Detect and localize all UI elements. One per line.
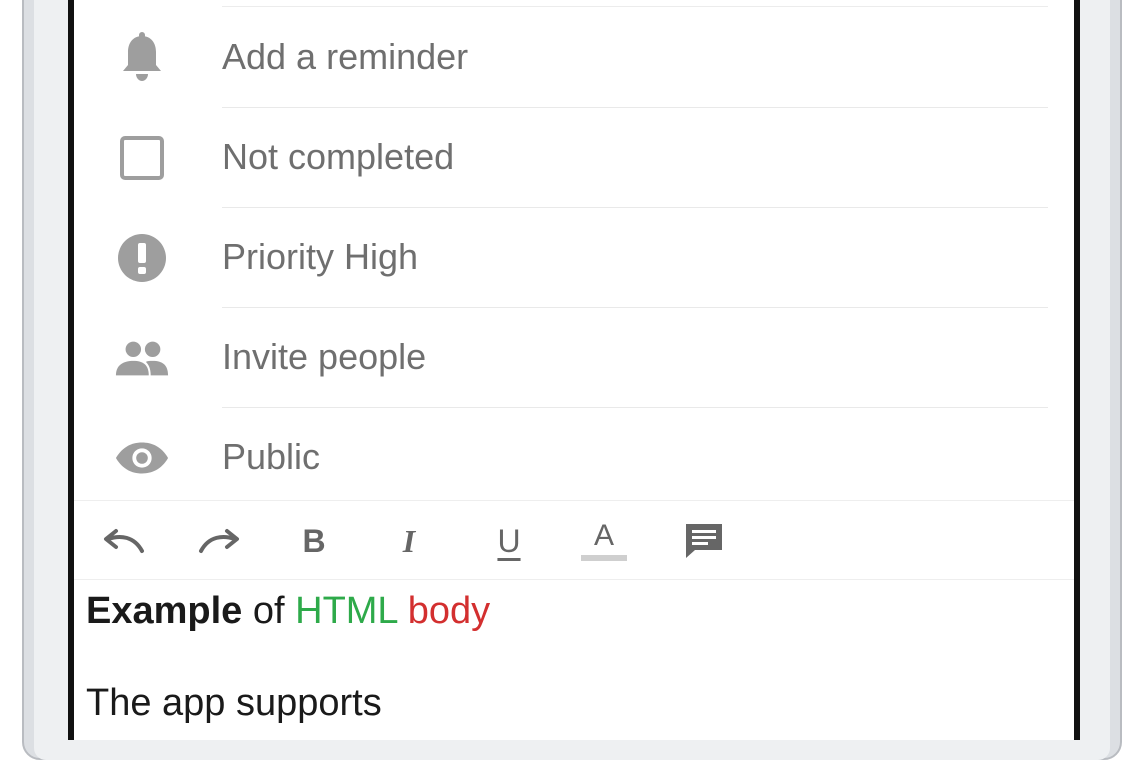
green-word: HTML [295,590,398,632]
comment-icon[interactable] [674,511,734,571]
plain-word: of [242,590,296,632]
italic-glyph: I [402,523,416,559]
red-word: body [397,590,491,632]
option-label: Invite people [222,336,427,377]
undo-icon[interactable] [94,511,154,571]
option-label: Add a reminder [222,36,469,77]
html-editor-body[interactable]: Example of HTML body The app supports [86,585,1046,729]
option-visibility[interactable]: Public [74,408,1074,508]
text-color-glyph: A [593,519,614,552]
option-reminder[interactable]: Add a reminder [74,8,1074,108]
bold-word: Example [86,590,243,632]
option-invite[interactable]: Invite people [74,308,1074,408]
app-screen: Add a reminder Not completed Priority Hi… [68,0,1080,740]
option-completion[interactable]: Not completed [74,108,1074,208]
body-line-2: The app supports [86,682,382,724]
underline-icon[interactable]: U [479,511,539,571]
underline-glyph: U [497,523,521,559]
italic-icon[interactable]: I [379,511,439,571]
priority-exclamation-icon [114,230,170,286]
formatting-toolbar: B I U A [74,500,1074,580]
bold-icon[interactable]: B [284,511,344,571]
bell-icon [114,30,170,86]
option-label: Public [222,436,321,477]
text-color-icon[interactable]: A [574,511,634,571]
redo-icon[interactable] [189,511,249,571]
eye-icon [114,430,170,486]
bold-glyph: B [302,523,326,559]
text-color-bar [581,555,627,561]
body-line-1: Example of HTML body [86,585,1046,637]
option-priority[interactable]: Priority High [74,208,1074,308]
option-label: Priority High [222,236,419,277]
divider [222,6,1048,7]
option-label: Not completed [222,136,455,177]
people-icon [114,330,170,386]
checkbox-icon[interactable] [114,130,170,186]
